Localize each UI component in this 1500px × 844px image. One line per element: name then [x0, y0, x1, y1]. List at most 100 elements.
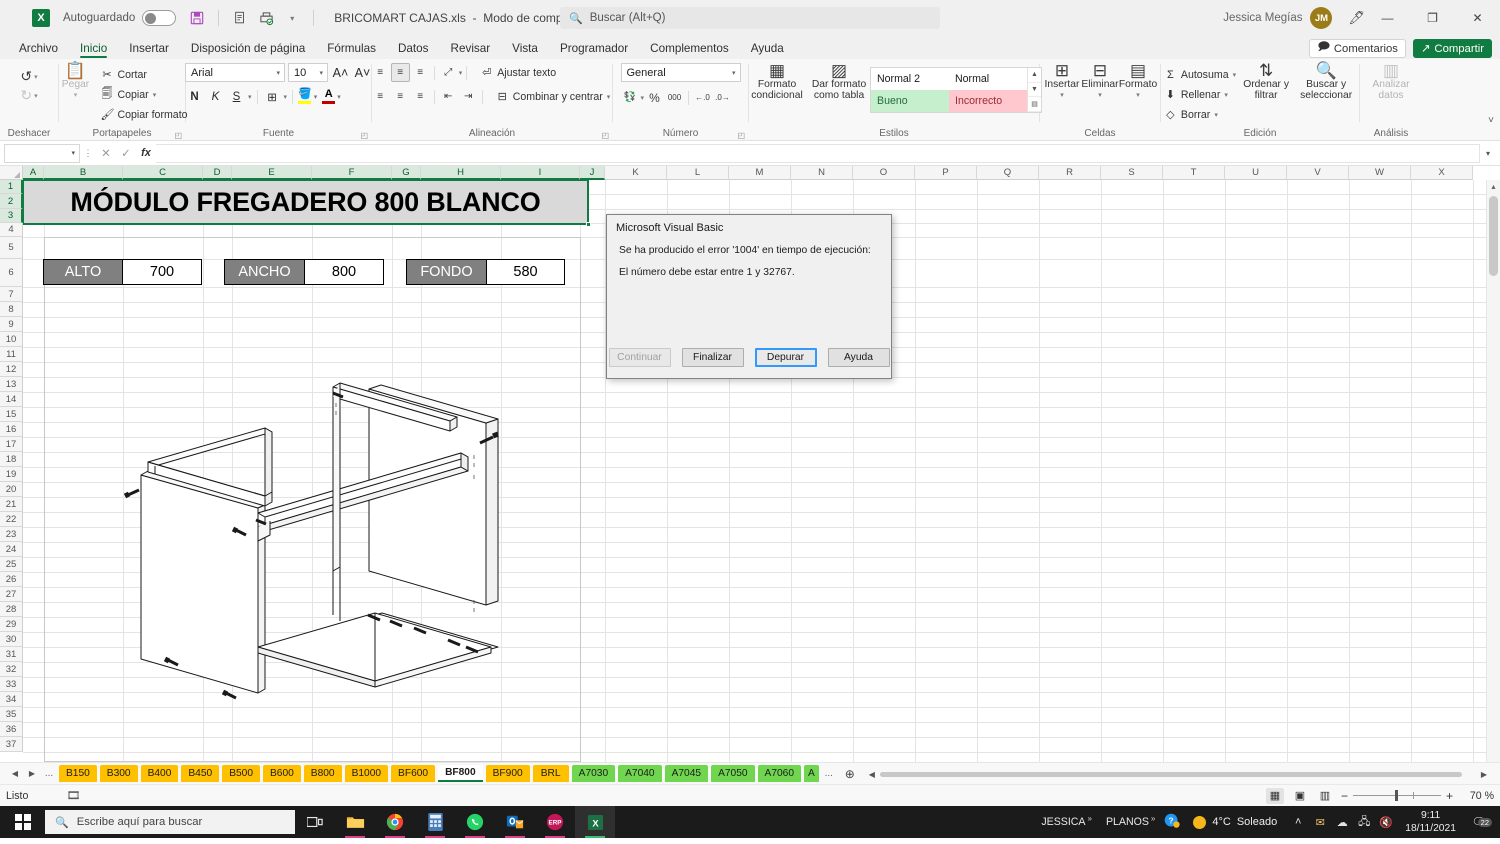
font-size-select[interactable]: 10 ▾ [288, 63, 328, 82]
row-header-22[interactable]: 22 [0, 512, 23, 527]
formula-bar-options-icon[interactable]: ⋮ [80, 148, 96, 159]
format-cells-button[interactable]: ▤ Formato ▾ [1119, 62, 1157, 102]
fill-handle[interactable] [586, 222, 591, 227]
font-dialog-launcher[interactable]: ◰ [360, 131, 368, 140]
formula-input[interactable] [156, 143, 1480, 163]
sheet-tab-bf800[interactable]: BF800 [438, 765, 483, 782]
italic-button[interactable]: K [206, 87, 225, 106]
row-header-21[interactable]: 21 [0, 497, 23, 512]
column-header-u[interactable]: U [1225, 166, 1287, 180]
column-header-v[interactable]: V [1287, 166, 1349, 180]
restore-button[interactable]: ❐ [1410, 0, 1455, 36]
autosave-toggle[interactable] [142, 10, 177, 26]
network-icon[interactable]: 🖧 [1353, 813, 1375, 832]
sheet-tab-b1000[interactable]: B1000 [344, 765, 389, 782]
format-painter-button[interactable]: 🖌 Copiar formato [97, 106, 190, 123]
dim-alto-value[interactable]: 700 [122, 259, 202, 285]
weather-widget[interactable]: 4°C Soleado [1183, 815, 1287, 829]
sheet-tab-a7045[interactable]: A7045 [664, 765, 709, 782]
column-header-p[interactable]: P [915, 166, 977, 180]
sheet-tab-bf600[interactable]: BF600 [391, 765, 436, 782]
horizontal-scroll-thumb[interactable] [879, 771, 1462, 777]
increase-decimal-button[interactable]: ←.0 [693, 88, 712, 107]
analyze-data-button[interactable]: ▥ Analizar datos [1365, 62, 1417, 102]
sheet-tab-brl[interactable]: BRL [532, 765, 569, 782]
dim-ancho-value[interactable]: 800 [304, 259, 384, 285]
format-as-table-button[interactable]: ▨ Dar formato como tabla [808, 62, 870, 102]
tray-text-planos[interactable]: PLANOS» [1098, 814, 1161, 828]
macro-record-icon[interactable]: 🎞 [66, 789, 80, 802]
font-family-select[interactable]: Arial ▾ [185, 63, 285, 82]
row-header-32[interactable]: 32 [0, 662, 23, 677]
fill-color-button[interactable]: 🪣 [298, 89, 312, 104]
expand-formula-bar-button[interactable]: ▾ [1480, 149, 1496, 158]
accounting-format-button[interactable]: 💱 [621, 88, 640, 107]
sheet-tab-a7050[interactable]: A7050 [711, 765, 755, 782]
clipboard-dialog-launcher[interactable]: ◰ [174, 131, 182, 140]
ink-pen-icon[interactable]: 🖊 [1348, 10, 1365, 26]
next-sheet-button[interactable]: ▶ [25, 769, 39, 778]
tab-archivo[interactable]: Archivo [8, 42, 69, 59]
column-header-s[interactable]: S [1101, 166, 1163, 180]
column-header-n[interactable]: N [791, 166, 853, 180]
increase-indent-button[interactable]: ⇥ [459, 87, 478, 106]
row-header-7[interactable]: 7 [0, 287, 23, 302]
row-header-18[interactable]: 18 [0, 452, 23, 467]
column-header-r[interactable]: R [1039, 166, 1101, 180]
row-header-8[interactable]: 8 [0, 302, 23, 317]
find-select-button[interactable]: 🔍 Buscar y seleccionar [1293, 62, 1359, 102]
tab-revisar[interactable]: Revisar [440, 42, 502, 59]
tab-ayuda[interactable]: Ayuda [740, 42, 795, 59]
volume-muted-icon[interactable]: 🔇 [1375, 816, 1397, 829]
row-header-12[interactable]: 12 [0, 362, 23, 377]
tab-vista[interactable]: Vista [501, 42, 549, 59]
number-format-select[interactable]: General ▾ [620, 63, 741, 82]
row-header-3[interactable]: 3 [0, 209, 23, 223]
scroll-up-button[interactable]: ▲ [1487, 180, 1500, 194]
collapse-ribbon-button[interactable]: ˅ [1488, 115, 1494, 126]
dim-ancho-group[interactable]: ANCHO 800 [224, 259, 384, 285]
row-header-13[interactable]: 13 [0, 377, 23, 392]
vertical-scrollbar[interactable]: ▲ [1486, 180, 1500, 762]
close-button[interactable]: ✕ [1455, 0, 1500, 36]
zoom-slider[interactable]: − + [1341, 789, 1453, 803]
notification-center-button[interactable]: 🗨22 [1464, 815, 1494, 829]
column-header-c[interactable]: C [123, 166, 203, 180]
start-button[interactable] [0, 806, 45, 838]
insert-function-button[interactable]: fx [136, 147, 156, 159]
minimize-button[interactable]: — [1365, 0, 1410, 36]
page-title[interactable]: MÓDULO FREGADERO 800 BLANCO [23, 180, 588, 224]
decrease-font-size-button[interactable]: A˅ [353, 63, 372, 82]
autosum-button[interactable]: Σ Autosuma ▾ [1161, 66, 1239, 83]
row-header-11[interactable]: 11 [0, 347, 23, 362]
file-explorer-button[interactable] [335, 806, 375, 838]
align-middle-button[interactable]: ≡ [390, 63, 410, 82]
zoom-level[interactable]: 70 % [1460, 790, 1494, 802]
column-header-o[interactable]: O [853, 166, 915, 180]
row-header-33[interactable]: 33 [0, 677, 23, 692]
font-color-button[interactable]: A [322, 89, 336, 104]
page-break-view-button[interactable]: ▥ [1316, 788, 1334, 804]
sheet-overflow-left[interactable]: ... [42, 768, 56, 779]
normal-view-button[interactable]: ▦ [1265, 787, 1284, 804]
scroll-left-button[interactable]: ◀ [866, 770, 878, 779]
sheet-tab-a7040[interactable]: A7040 [618, 765, 662, 782]
style-bueno[interactable]: Bueno [871, 90, 949, 112]
excel-button[interactable]: X [575, 806, 615, 838]
column-header-i[interactable]: I [501, 166, 580, 180]
column-header-l[interactable]: L [667, 166, 729, 180]
dim-alto-group[interactable]: ALTO 700 [43, 259, 202, 285]
dim-fondo-group[interactable]: FONDO 580 [406, 259, 565, 285]
row-header-10[interactable]: 10 [0, 332, 23, 347]
clock[interactable]: 9:11 18/11/2021 [1397, 809, 1464, 835]
column-header-d[interactable]: D [203, 166, 232, 180]
tab-formulas[interactable]: Fórmulas [316, 42, 387, 59]
percent-style-button[interactable]: % [645, 88, 664, 107]
tab-programador[interactable]: Programador [549, 42, 639, 59]
row-header-30[interactable]: 30 [0, 632, 23, 647]
horizontal-scrollbar[interactable]: ◀ ▶ [866, 769, 1492, 779]
undo-button[interactable]: ↺ ▾ [20, 68, 37, 85]
customize-qat-icon[interactable]: ▾ [281, 7, 303, 29]
outlook-button[interactable] [495, 806, 535, 838]
column-header-f[interactable]: F [312, 166, 392, 180]
